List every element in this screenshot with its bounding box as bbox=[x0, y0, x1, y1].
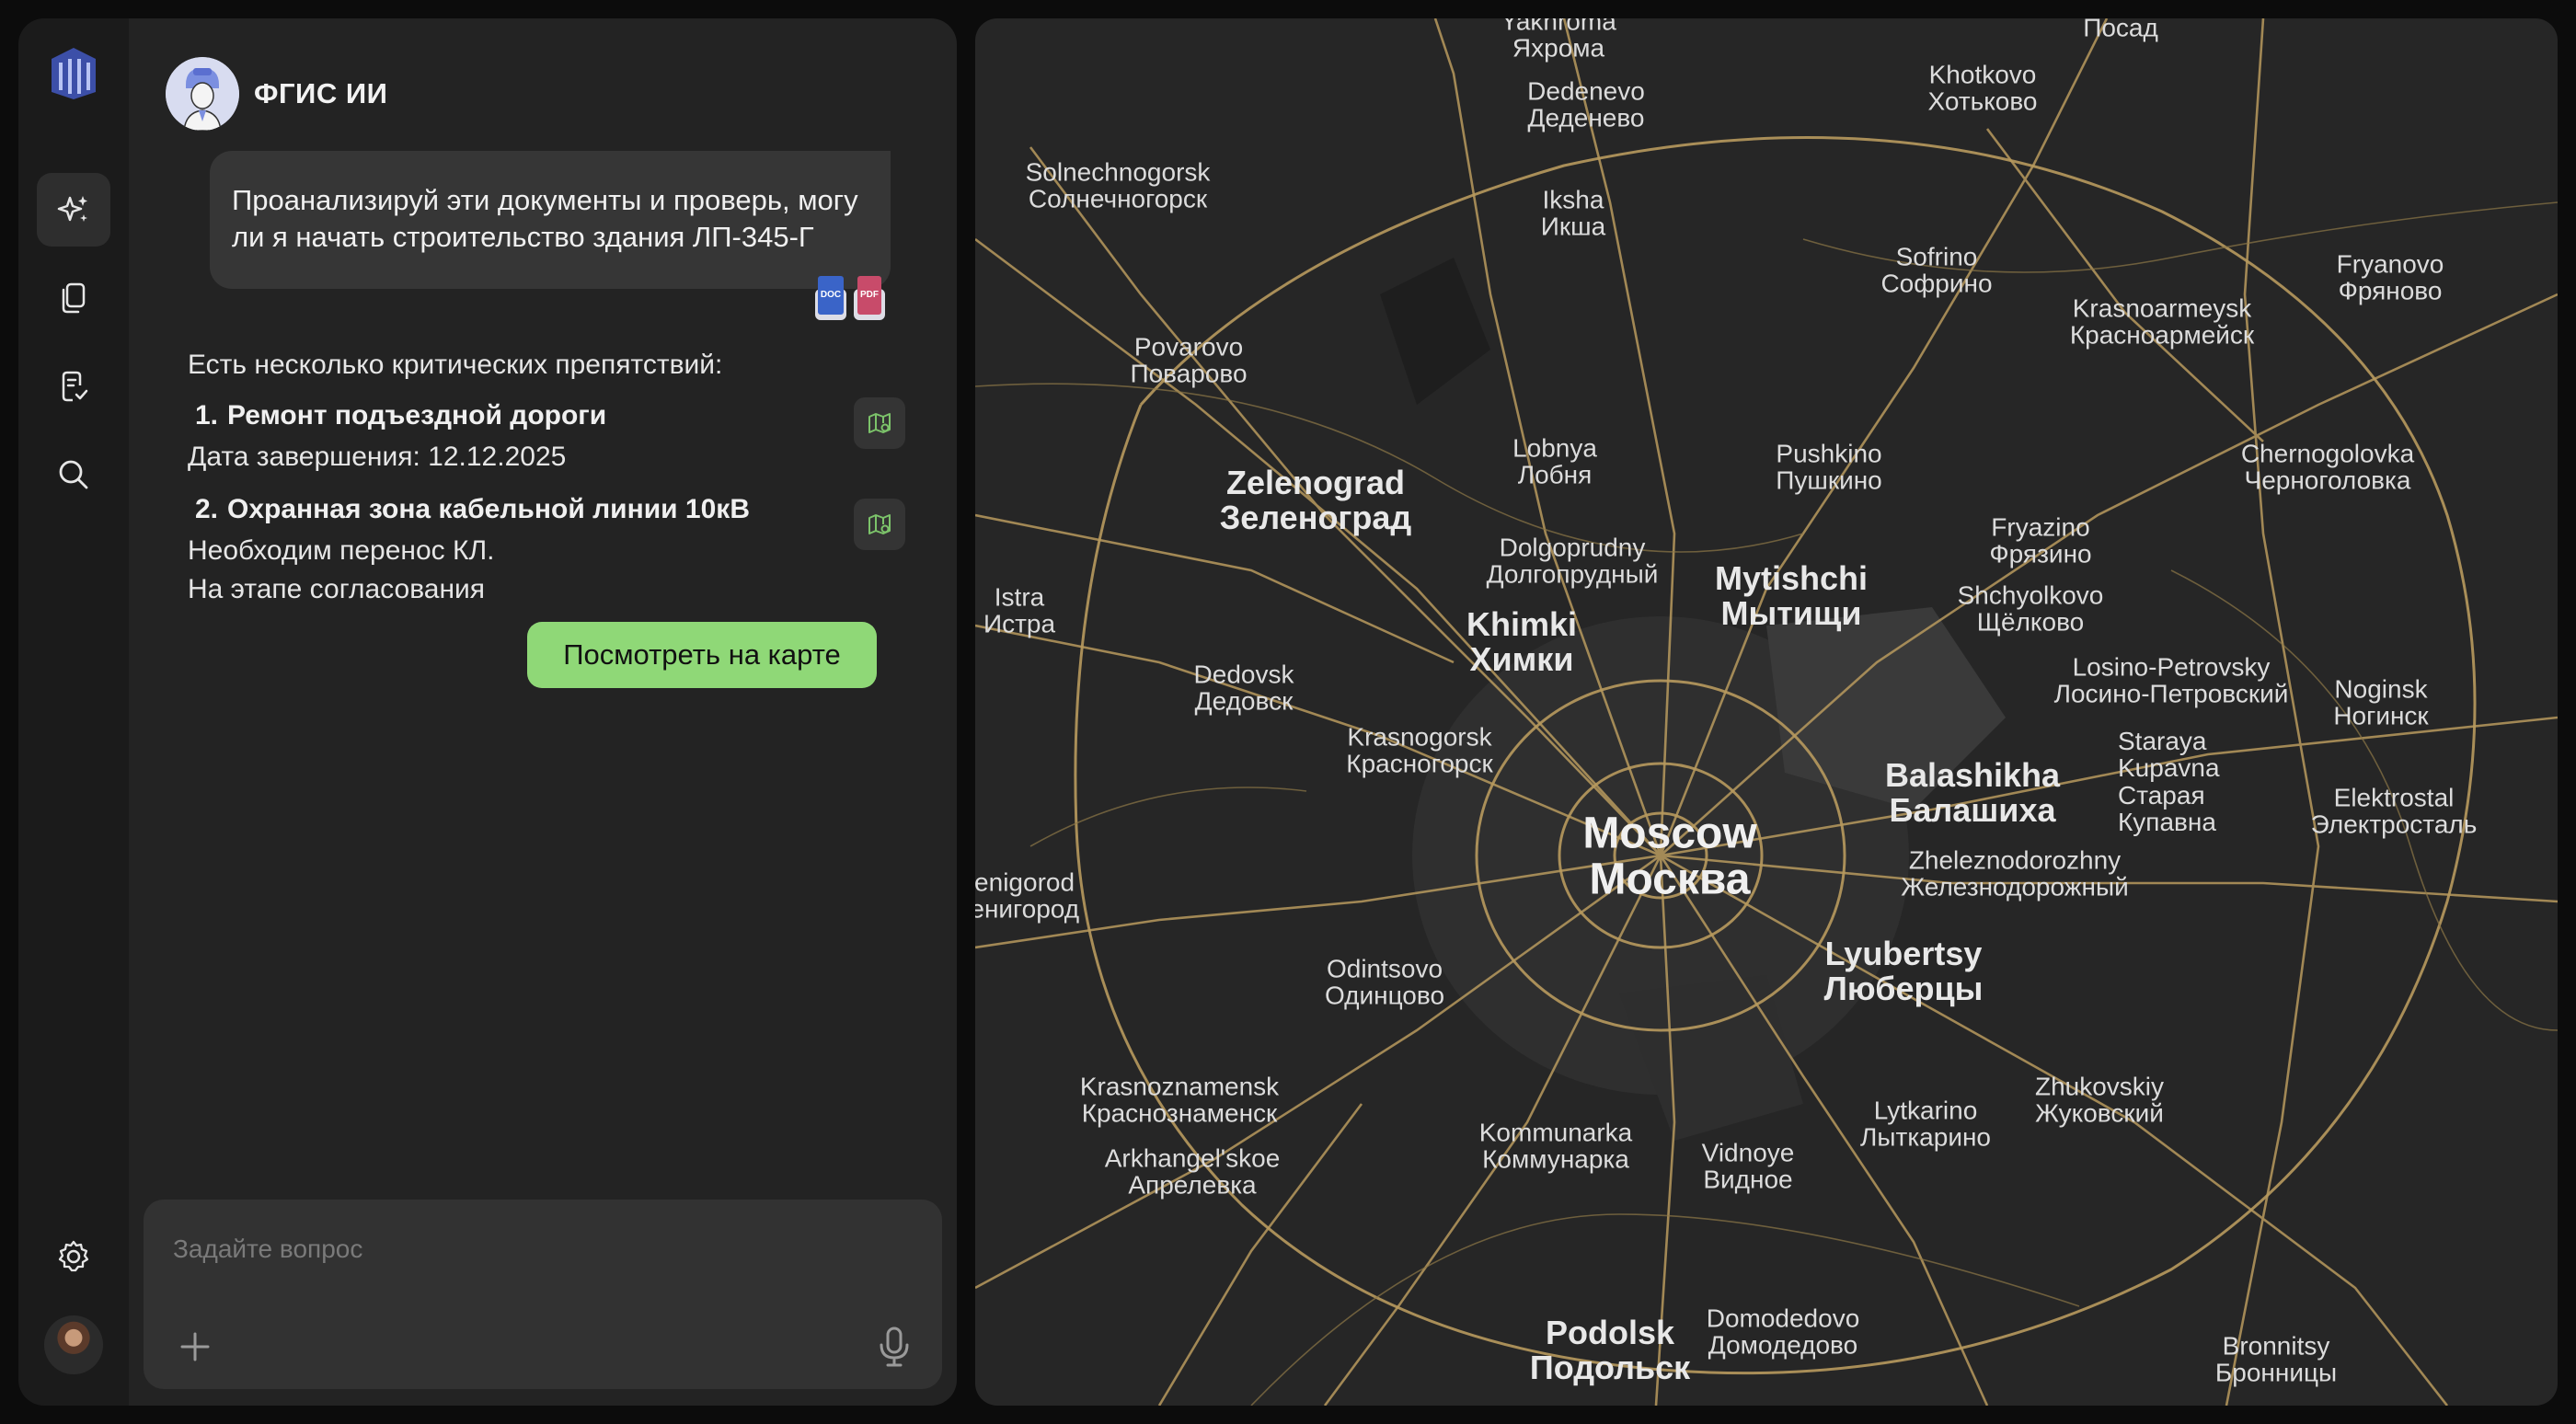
city-label[interactable]: Losino-Petrovsky Лосино-Петровский bbox=[2054, 653, 2289, 707]
city-label[interactable]: Bronnitsy Бронницы bbox=[2215, 1332, 2337, 1386]
city-label[interactable]: Fryazino Фрязино bbox=[1989, 513, 2091, 568]
city-label[interactable]: ZvenigorodЗвенигород bbox=[975, 868, 1079, 923]
tasks-nav-button[interactable] bbox=[37, 350, 110, 423]
user-message-bubble: Проанализируй эти документы и проверь, м… bbox=[210, 151, 891, 320]
city-label[interactable]: Lobnya Лобня bbox=[1512, 434, 1597, 488]
search-nav-button[interactable] bbox=[37, 438, 110, 511]
bot-avatar bbox=[166, 57, 239, 131]
city-label[interactable]: Dedovsk Дедовск bbox=[1194, 660, 1294, 715]
user-avatar[interactable] bbox=[44, 1315, 103, 1374]
city-label[interactable]: Balashikha Балашиха bbox=[1885, 758, 2060, 828]
city-label[interactable]: Zhukovskiy Жуковский bbox=[2035, 1073, 2164, 1127]
app-logo-icon[interactable] bbox=[50, 46, 98, 101]
map-search-icon bbox=[868, 514, 891, 534]
city-label[interactable]: Podolsk Подольск bbox=[1530, 1315, 1690, 1385]
city-label[interactable]: Shchyolkovo Щёлково bbox=[1958, 581, 2104, 636]
issue-detail: На этапе согласования bbox=[188, 574, 486, 604]
gear-icon bbox=[58, 1240, 89, 1272]
ai-assistant-nav-button[interactable] bbox=[37, 173, 110, 247]
city-label[interactable]: Staraya Kupavna Старая Купавна bbox=[2118, 728, 2220, 836]
city-label[interactable]: Solnechnogorsk Солнечногорск bbox=[1026, 158, 1211, 212]
chat-input[interactable]: Задайте вопрос bbox=[144, 1200, 942, 1389]
add-attachment-icon[interactable] bbox=[177, 1328, 213, 1365]
chat-panel: ФГИС ИИ Проанализируй эти документы и пр… bbox=[129, 18, 957, 1406]
city-label[interactable]: Istra Истра bbox=[983, 583, 1055, 637]
city-label[interactable]: Domodedovo Домодедово bbox=[1707, 1304, 1860, 1359]
city-label[interactable]: Zheleznodorozhny Железнодорожный bbox=[1901, 846, 2128, 901]
issue-item: 2. Охранная зона кабельной линии 10кВ Нео… bbox=[188, 488, 905, 609]
city-label[interactable]: Elektrostal Электросталь bbox=[2311, 784, 2478, 838]
city-label[interactable]: Pushkino Пушкино bbox=[1776, 440, 1882, 494]
chat-header: ФГИС ИИ bbox=[166, 57, 387, 131]
map-view[interactable]: Yakhroma Яхрома Посад Dedenevo Деденево Kh… bbox=[975, 18, 2558, 1406]
city-label[interactable]: Dedenevo Деденево bbox=[1527, 77, 1645, 132]
documents-icon bbox=[62, 282, 86, 314]
map-search-icon bbox=[868, 413, 891, 433]
issue-number: 2. bbox=[195, 494, 219, 524]
issue-detail: Дата завершения: 12.12.2025 bbox=[188, 442, 567, 472]
doc-file-icon[interactable]: DOC bbox=[815, 276, 846, 320]
city-label[interactable]: Odintsovo Одинцово bbox=[1325, 955, 1444, 1009]
checklist-icon bbox=[62, 371, 88, 402]
search-icon bbox=[59, 460, 88, 489]
issue-detail: Необходим перенос КЛ. bbox=[188, 535, 495, 566]
city-label[interactable]: Khotkovo Хотьково bbox=[1928, 61, 2038, 115]
chat-input-placeholder: Задайте вопрос bbox=[173, 1235, 363, 1263]
city-label[interactable]: Sofrino Софрино bbox=[1880, 243, 1992, 297]
city-label[interactable]: Mytishchi Мытищи bbox=[1715, 561, 1868, 631]
show-on-map-button[interactable]: Посмотреть на карте bbox=[527, 622, 877, 688]
city-label[interactable]: Iksha Икша bbox=[1541, 186, 1605, 240]
city-label[interactable]: Dolgoprudny Долгопрудный bbox=[1487, 534, 1659, 588]
pdf-file-icon[interactable]: PDF bbox=[854, 276, 885, 320]
issue-title: Охранная зона кабельной линии 10кВ bbox=[227, 494, 750, 524]
city-label[interactable]: Khimki Химки bbox=[1466, 607, 1577, 677]
city-label[interactable]: Zelenograd Зеленоград bbox=[1220, 465, 1412, 535]
show-issue-on-map-button[interactable] bbox=[854, 499, 905, 550]
city-label[interactable]: Lyubertsy Люберцы bbox=[1824, 936, 1984, 1006]
issue-title: Ремонт подъездной дороги bbox=[227, 400, 607, 431]
city-label[interactable]: Yakhroma Яхрома bbox=[1501, 18, 1616, 62]
city-label[interactable]: Lytkarino Лыткарино bbox=[1860, 1097, 1991, 1151]
microphone-icon[interactable] bbox=[874, 1325, 914, 1369]
attachments: DOC PDF bbox=[815, 276, 885, 320]
city-label-capital[interactable]: Moscow Москва bbox=[1582, 810, 1756, 904]
city-label[interactable]: Kommunarka Коммунарка bbox=[1479, 1119, 1633, 1173]
user-message-text: Проанализируй эти документы и проверь, м… bbox=[232, 184, 858, 253]
issue-item: 1. Ремонт подъездной дороги Дата завершен… bbox=[188, 394, 905, 477]
city-label[interactable]: Arkhangel'skoe Апрелевка bbox=[1105, 1144, 1281, 1199]
sparkles-icon bbox=[57, 196, 87, 222]
documents-nav-button[interactable] bbox=[37, 261, 110, 335]
answer-intro: Есть несколько критических препятствий: bbox=[188, 350, 723, 380]
city-label[interactable]: Krasnogorsk Красногорск bbox=[1346, 723, 1492, 777]
city-label[interactable]: Krasnoznamensk Краснознаменск bbox=[1080, 1073, 1279, 1127]
city-label[interactable]: Vidnoye Видное bbox=[1702, 1139, 1795, 1193]
show-issue-on-map-button[interactable] bbox=[854, 397, 905, 449]
city-label[interactable]: Посад bbox=[2083, 18, 2158, 41]
settings-button[interactable] bbox=[37, 1220, 110, 1293]
city-label[interactable]: Chernogolovka Черноголовка bbox=[2241, 440, 2414, 494]
assistant-answer: Есть несколько критических препятствий: … bbox=[188, 342, 905, 609]
city-label[interactable]: Fryanovo Фряново bbox=[2337, 250, 2444, 304]
city-label[interactable]: Krasnoarmeysk Красноармейск bbox=[2070, 294, 2254, 349]
issue-number: 1. bbox=[195, 400, 219, 431]
city-label[interactable]: Noginsk Ногинск bbox=[2333, 675, 2428, 729]
nav-rail bbox=[18, 18, 129, 1406]
city-label[interactable]: Povarovo Поварово bbox=[1130, 333, 1247, 387]
chat-title: ФГИС ИИ bbox=[254, 77, 388, 109]
